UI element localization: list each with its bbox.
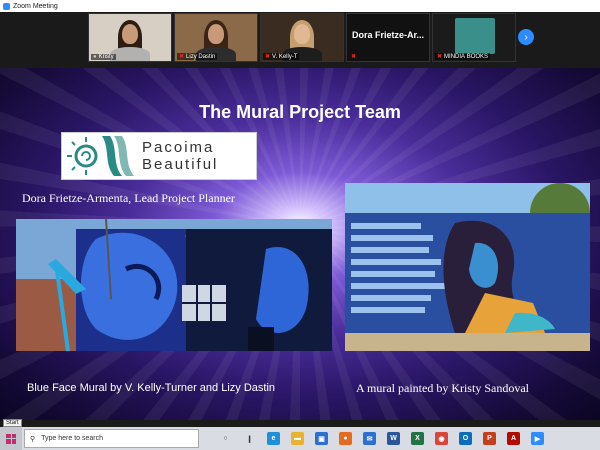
chrome-icon[interactable]: ◉ xyxy=(435,432,448,445)
file-explorer-icon[interactable]: ▬ xyxy=(291,432,304,445)
microphone-muted-icon: ✖ xyxy=(179,54,185,60)
participant-name: Lizy Dastin xyxy=(186,53,216,60)
window-title: Zoom Meeting xyxy=(13,2,58,10)
participant-strip: ● Kristy ✖ Lizy Dastin ✖ V. Kelly-T Dora… xyxy=(0,12,600,68)
participant-tile-lizy[interactable]: ✖ Lizy Dastin xyxy=(174,13,258,62)
acrobat-icon[interactable]: A xyxy=(507,432,520,445)
logo-text-pacoima: Pacoima xyxy=(142,139,215,156)
powerpoint-icon[interactable]: P xyxy=(483,432,496,445)
outlook-icon[interactable]: O xyxy=(459,432,472,445)
kristy-mural-caption: A mural painted by Kristy Sandoval xyxy=(356,381,529,395)
logo-text-beautiful: Beautiful xyxy=(142,156,219,173)
zoom-icon[interactable]: ▶ xyxy=(531,432,544,445)
search-placeholder: Type here to search xyxy=(41,435,104,442)
microphone-icon: ● xyxy=(93,54,97,60)
blue-face-mural-caption: Blue Face Mural by V. Kelly-Turner and L… xyxy=(27,382,276,394)
participant-tile-kristy[interactable]: ● Kristy xyxy=(88,13,172,62)
participant-name-tag: ● Kristy xyxy=(91,54,116,60)
windows-taskbar: ⚲ Type here to search ○ ❙ e ▬ ▣ ● ✉ W X ◉ O P A ▶ xyxy=(0,427,600,450)
store-icon[interactable]: ▣ xyxy=(315,432,328,445)
participant-name: MINDIA BOOKS xyxy=(444,53,489,60)
zoom-app-icon xyxy=(3,2,10,10)
start-button[interactable] xyxy=(0,427,22,450)
participant-face xyxy=(122,24,138,44)
logo-mark-icon xyxy=(64,134,136,178)
participant-name-tag: ✖ V. Kelly-T xyxy=(263,53,300,60)
widgets-icon[interactable]: ❙ xyxy=(243,432,256,445)
shared-screen-slide: The Mural Project Team Pacoima Beautiful… xyxy=(0,68,600,420)
next-page-button[interactable]: › xyxy=(518,29,534,45)
participant-name-tag: ✖ xyxy=(349,53,358,60)
firefox-icon[interactable]: ● xyxy=(339,432,352,445)
excel-icon[interactable]: X xyxy=(411,432,424,445)
mail-icon[interactable]: ✉ xyxy=(363,432,376,445)
participant-tile-dora[interactable]: Dora Frietze-Ar... ✖ xyxy=(346,13,430,62)
participant-name-display: Dora Frietze-Ar... xyxy=(351,30,425,40)
chevron-right-icon: › xyxy=(524,31,528,43)
microphone-muted-icon: ✖ xyxy=(437,54,443,60)
windows-logo-icon xyxy=(6,433,16,444)
participant-name-tag: ✖ Lizy Dastin xyxy=(177,53,218,60)
book-cover-image xyxy=(455,18,495,54)
participant-face xyxy=(208,24,224,44)
participant-name-tag: ✖ MINDIA BOOKS xyxy=(435,53,491,60)
participant-name: Kristy xyxy=(98,54,114,60)
lead-planner-caption: Dora Frietze-Armenta, Lead Project Plann… xyxy=(22,191,235,205)
edge-icon[interactable]: e xyxy=(267,432,280,445)
taskbar-search-input[interactable]: ⚲ Type here to search xyxy=(24,429,199,448)
taskbar-app-icons: ○ ❙ e ▬ ▣ ● ✉ W X ◉ O P A ▶ xyxy=(199,432,544,445)
participant-tile-v-kelly[interactable]: ✖ V. Kelly-T xyxy=(260,13,344,62)
task-view-icon[interactable]: ○ xyxy=(219,432,232,445)
microphone-muted-icon: ✖ xyxy=(351,54,357,60)
participant-tile-books[interactable]: ✖ MINDIA BOOKS xyxy=(432,13,516,62)
participant-body xyxy=(110,47,150,61)
woman-mural-photo xyxy=(345,183,590,351)
word-icon[interactable]: W xyxy=(387,432,400,445)
microphone-muted-icon: ✖ xyxy=(265,54,271,60)
slide-title: The Mural Project Team xyxy=(199,102,401,122)
pacoima-beautiful-logo: Pacoima Beautiful xyxy=(61,132,257,180)
participant-name: V. Kelly-T xyxy=(272,53,298,60)
blue-face-mural-photo xyxy=(16,219,332,351)
start-tooltip: Start xyxy=(3,419,22,427)
search-icon: ⚲ xyxy=(30,435,36,443)
window-titlebar: Zoom Meeting xyxy=(0,0,600,12)
participant-face xyxy=(294,24,310,44)
